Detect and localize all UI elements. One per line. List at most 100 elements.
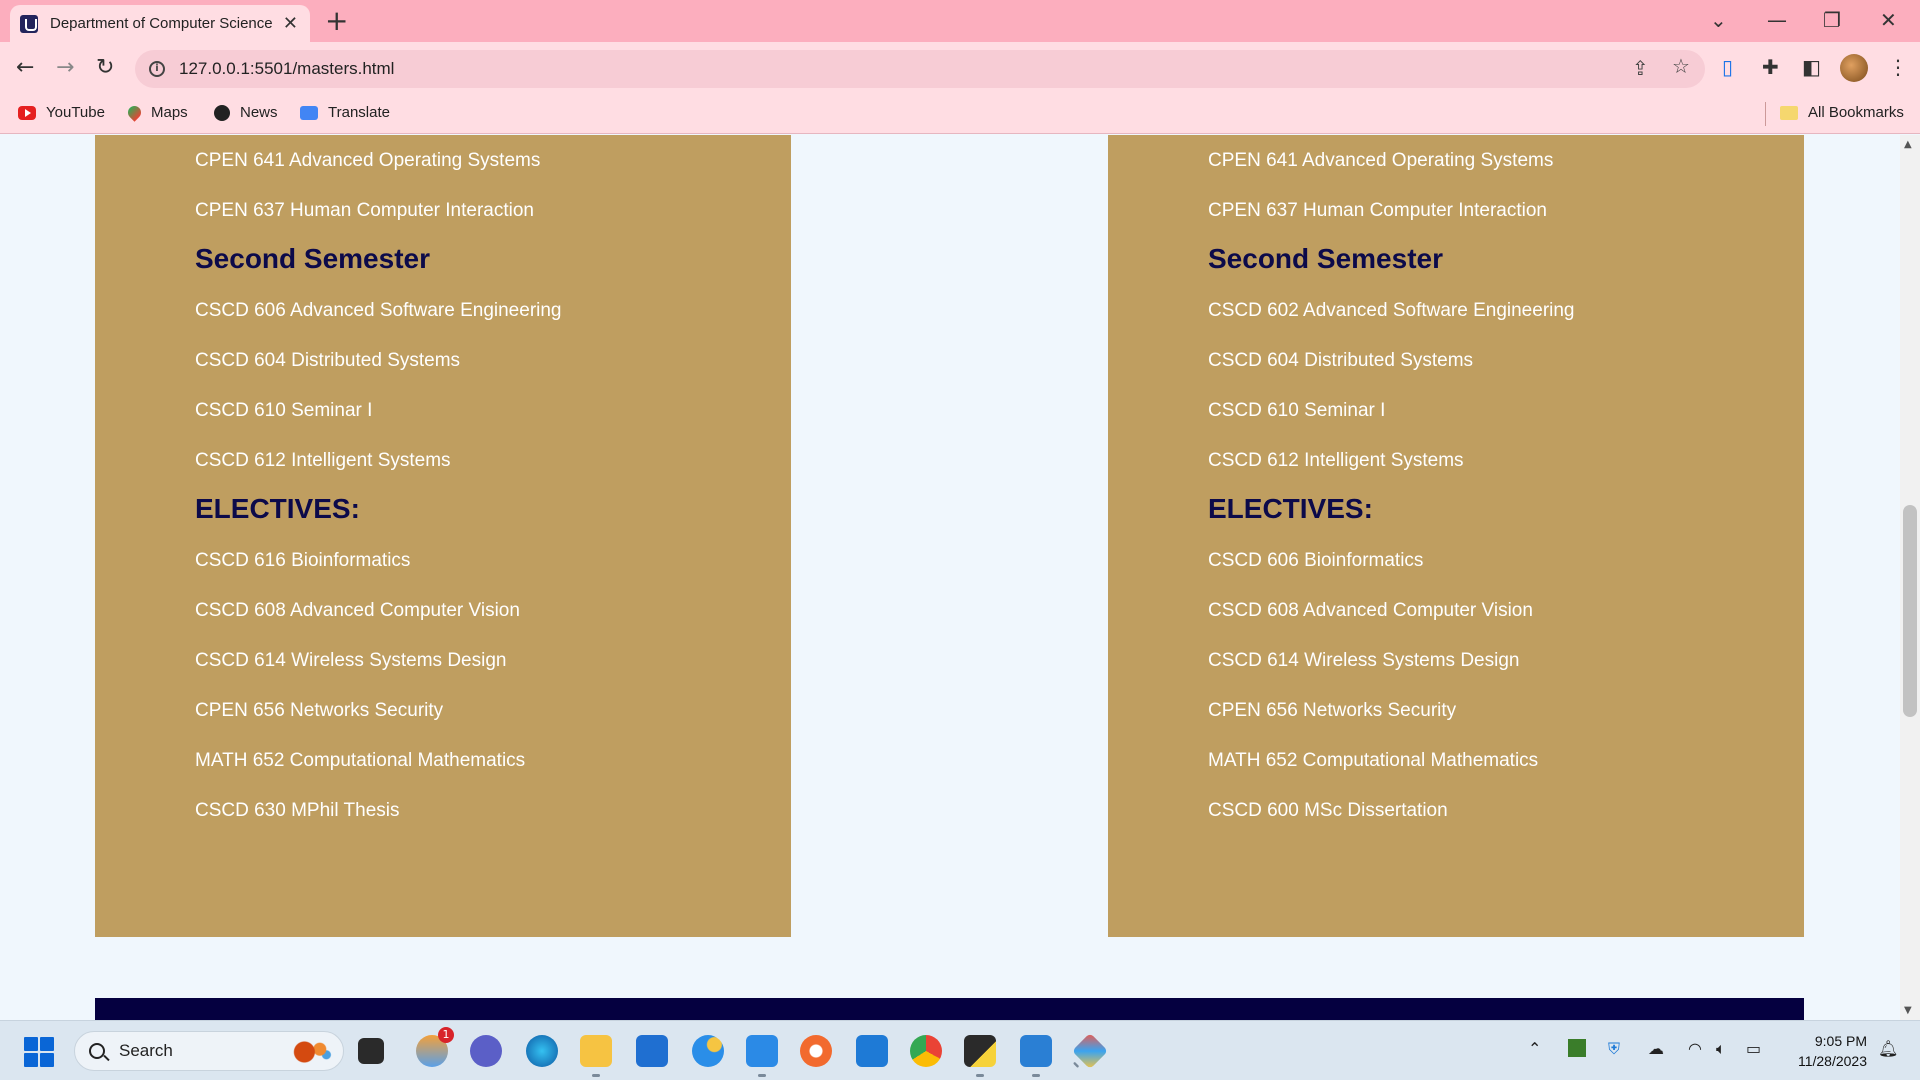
- course-item: MATH 652 Computational Mathematics: [1208, 750, 1539, 771]
- wifi-icon[interactable]: ◠: [1688, 1039, 1702, 1058]
- task-view-icon[interactable]: [358, 1038, 384, 1064]
- page-scrollbar[interactable]: ▲ ▼: [1900, 135, 1920, 1020]
- file-explorer-icon[interactable]: [580, 1035, 612, 1077]
- chrome-icon[interactable]: [910, 1035, 942, 1067]
- course-item: CSCD 604 Distributed Systems: [1208, 350, 1474, 371]
- bookmark-translate[interactable]: Translate: [300, 104, 390, 121]
- page-viewport: CPEN 641 Advanced Operating Systems CPEN…: [0, 135, 1900, 1020]
- course-item: CSCD 600 MSc Dissertation: [1208, 800, 1448, 821]
- bookmark-label: News: [240, 104, 278, 121]
- url-text[interactable]: 127.0.0.1:5501/masters.html: [179, 59, 394, 79]
- tab-title: Department of Computer Science: [50, 15, 273, 32]
- system-clock[interactable]: 9:05 PM 11/28/2023: [1785, 1031, 1867, 1071]
- second-semester-heading: Second Semester: [195, 243, 430, 274]
- reload-button[interactable]: ↻: [96, 55, 114, 80]
- course-item: CPEN 641 Advanced Operating Systems: [195, 150, 541, 171]
- tray-app-icon[interactable]: [1568, 1039, 1586, 1057]
- electives-heading: ELECTIVES:: [1208, 493, 1373, 524]
- course-item: CSCD 602 Advanced Software Engineering: [1208, 300, 1575, 321]
- notifications-bell-icon[interactable]: 🔔︎: [1878, 1039, 1898, 1058]
- course-item: CSCD 614 Wireless Systems Design: [195, 650, 507, 671]
- bookmark-label: YouTube: [46, 104, 105, 121]
- sticky-notes-icon[interactable]: [964, 1035, 996, 1077]
- course-item: CPEN 656 Networks Security: [195, 700, 444, 721]
- course-item: CSCD 606 Advanced Software Engineering: [195, 300, 562, 321]
- show-hidden-icons-chevron-icon[interactable]: ⌃: [1528, 1039, 1541, 1058]
- site-info-icon[interactable]: i: [149, 61, 165, 77]
- news-icon: [214, 104, 230, 121]
- close-tab-icon[interactable]: ✕: [283, 13, 298, 34]
- mphil-courses-panel: CPEN 641 Advanced Operating Systems CPEN…: [95, 135, 791, 937]
- course-item: CPEN 641 Advanced Operating Systems: [1208, 150, 1554, 171]
- bookmark-youtube[interactable]: YouTube: [18, 104, 105, 121]
- tab-strip: Department of Computer Science ✕ + ⌄ — ❐…: [0, 0, 1920, 42]
- taskbar-search[interactable]: Search: [74, 1031, 344, 1071]
- vscode-icon[interactable]: [746, 1035, 778, 1077]
- edge-browser-icon[interactable]: [526, 1035, 558, 1067]
- clock-time: 9:05 PM: [1814, 1033, 1867, 1049]
- battery-icon[interactable]: ▭: [1746, 1039, 1761, 1058]
- course-item: CPEN 637 Human Computer Interaction: [1208, 200, 1547, 221]
- teams-chat-icon[interactable]: [470, 1035, 502, 1067]
- git-app-icon[interactable]: [1071, 1032, 1109, 1070]
- browser-toolbar: ← → ↻ i 127.0.0.1:5501/masters.html ⇪ ☆ …: [0, 42, 1920, 94]
- bookmark-maps[interactable]: Maps: [125, 103, 188, 122]
- profile-avatar[interactable]: [1840, 54, 1868, 82]
- course-item: CSCD 606 Bioinformatics: [1208, 550, 1424, 571]
- all-bookmarks-folder[interactable]: All Bookmarks: [1780, 104, 1904, 121]
- scroll-down-arrow-icon[interactable]: ▼: [1904, 1005, 1912, 1016]
- maps-icon: [125, 103, 144, 122]
- taskbar: Search 1 ⌃ ⛨ ☁ ◠ 🔈︎ ▭ 9:05 PM 11/28/2023…: [0, 1020, 1920, 1080]
- forward-button[interactable]: →: [56, 55, 74, 80]
- tab-search-chevron-icon[interactable]: ⌄: [1710, 8, 1727, 32]
- browser-tab[interactable]: Department of Computer Science ✕: [10, 5, 310, 42]
- course-item: MATH 652 Computational Mathematics: [195, 750, 526, 771]
- electives-heading: ELECTIVES:: [195, 493, 360, 524]
- windows-start-icon[interactable]: [24, 1037, 54, 1067]
- microsoft-store-icon[interactable]: [636, 1035, 668, 1067]
- course-item: CSCD 610 Seminar I: [1208, 400, 1386, 421]
- minimize-button[interactable]: —: [1767, 8, 1787, 32]
- folder-icon: [1780, 105, 1798, 120]
- all-bookmarks-label: All Bookmarks: [1808, 104, 1904, 121]
- weather-widget-icon[interactable]: 1: [416, 1027, 454, 1067]
- new-tab-button[interactable]: +: [325, 6, 348, 36]
- security-shield-icon[interactable]: ⛨: [1608, 1039, 1620, 1059]
- scroll-up-arrow-icon[interactable]: ▲: [1904, 139, 1912, 150]
- search-placeholder: Search: [119, 1041, 173, 1060]
- notepad-icon[interactable]: [1020, 1035, 1052, 1077]
- msc-courses-panel: CPEN 641 Advanced Operating Systems CPEN…: [1108, 135, 1804, 937]
- bookmark-label: Translate: [328, 104, 390, 121]
- university-crest-icon: [20, 14, 38, 33]
- onedrive-cloud-icon[interactable]: ☁: [1648, 1039, 1664, 1058]
- scrollbar-thumb[interactable]: [1903, 505, 1917, 717]
- bookmarks-separator: [1765, 102, 1766, 126]
- close-window-button[interactable]: ✕: [1880, 8, 1897, 32]
- copilot-icon[interactable]: [692, 1035, 724, 1067]
- restore-button[interactable]: ❐: [1823, 8, 1841, 32]
- clock-date: 11/28/2023: [1797, 1053, 1867, 1069]
- share-icon[interactable]: ⇪: [1632, 56, 1649, 80]
- translate-icon: [300, 105, 318, 120]
- app-circle-icon[interactable]: [800, 1035, 832, 1067]
- course-item: CSCD 608 Advanced Computer Vision: [195, 600, 520, 621]
- menu-kebab-icon[interactable]: ⋮: [1888, 55, 1908, 79]
- remote-desktop-icon[interactable]: [856, 1035, 888, 1067]
- second-semester-heading: Second Semester: [1208, 243, 1443, 274]
- course-item: CSCD 608 Advanced Computer Vision: [1208, 600, 1533, 621]
- course-item: CSCD 612 Intelligent Systems: [195, 450, 451, 471]
- back-button[interactable]: ←: [16, 55, 34, 80]
- extension-icon[interactable]: ▯: [1722, 55, 1733, 79]
- side-panel-icon[interactable]: ◧: [1802, 55, 1821, 79]
- course-item: CSCD 610 Seminar I: [195, 400, 373, 421]
- course-item: CPEN 656 Networks Security: [1208, 700, 1457, 721]
- bookmark-star-icon[interactable]: ☆: [1672, 54, 1690, 78]
- course-item: CPEN 637 Human Computer Interaction: [195, 200, 534, 221]
- address-bar[interactable]: i 127.0.0.1:5501/masters.html: [135, 50, 1705, 88]
- volume-icon[interactable]: 🔈︎: [1716, 1039, 1726, 1059]
- bookmark-news[interactable]: News: [214, 104, 278, 121]
- search-highlight-icon: [289, 1038, 333, 1066]
- course-item: CSCD 630 MPhil Thesis: [195, 800, 400, 821]
- extensions-puzzle-icon[interactable]: ✚: [1762, 55, 1779, 79]
- course-item: CSCD 604 Distributed Systems: [195, 350, 461, 371]
